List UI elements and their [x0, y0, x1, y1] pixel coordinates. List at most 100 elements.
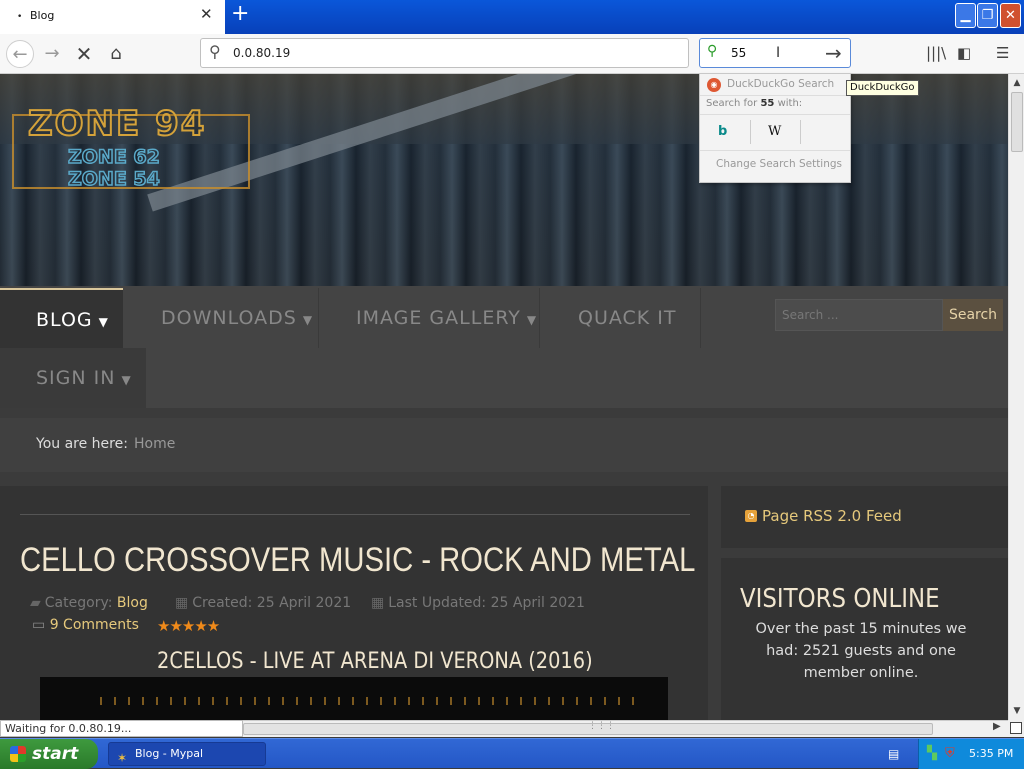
caret-down-icon: ▼ — [302, 313, 314, 327]
site-banner: ZONE 94 ZONE 62 ZONE 54 — [0, 74, 1008, 286]
search-bar[interactable]: ⚲ 55 I → — [699, 38, 851, 68]
divider — [750, 120, 751, 144]
folder-icon: ▰ — [30, 595, 41, 611]
scroll-up-icon[interactable]: ▲ — [1010, 76, 1024, 90]
tooltip: DuckDuckGo — [846, 80, 919, 96]
caret-down-icon: ▼ — [526, 313, 538, 327]
start-label: start — [32, 744, 79, 764]
tab-blog[interactable]: • Blog ✕ — [0, 0, 225, 34]
divider — [700, 95, 850, 96]
calendar-icon: ▦ — [371, 595, 385, 611]
article-updated: ▦ Last Updated: 25 April 2021 — [371, 595, 585, 611]
caret-down-icon: ▼ — [121, 373, 132, 387]
network-icon[interactable]: ▚ — [927, 746, 937, 761]
taskbar: start ✶ Blog - Mypal ▤ ▚ ⛨ 5:35 PM — [0, 738, 1024, 769]
site-logo[interactable]: ZONE 94 — [27, 103, 206, 145]
clock[interactable]: 5:35 PM — [969, 747, 1013, 760]
breadcrumb: You are here: Home — [0, 418, 1008, 472]
menu-item-image-gallery[interactable]: IMAGE GALLERY ▼ — [320, 288, 540, 348]
home-icon[interactable]: ⌂ — [102, 40, 130, 68]
url-text[interactable]: 0.0.80.19 — [233, 46, 290, 60]
site-menu: BLOG ▼ DOWNLOADS ▼ IMAGE GALLERY ▼ QUACK IT… — [0, 286, 1008, 408]
scroll-right-icon[interactable]: ▶ — [993, 721, 1001, 732]
search-go-arrow-icon[interactable]: → — [825, 41, 842, 65]
rss-icon: ◔ — [745, 510, 757, 522]
search-bar-input[interactable]: 55 — [731, 46, 746, 60]
breadcrumb-label: You are here: — [36, 436, 128, 452]
visitors-title: VISITORS ONLINE — [740, 584, 940, 614]
system-tray: ▚ ⛨ 5:35 PM — [918, 739, 1024, 769]
rating-stars[interactable]: ★★★★★ — [157, 617, 220, 635]
sidebar-icon[interactable]: ◧ — [957, 44, 971, 62]
security-shield-icon[interactable]: ⛨ — [945, 746, 955, 761]
taskbar-item-label: Blog - Mypal — [135, 747, 204, 760]
vertical-scrollbar[interactable]: ▲ ▼ — [1008, 74, 1024, 720]
divider — [700, 150, 850, 151]
tab-title: Blog — [30, 9, 55, 22]
divider — [800, 120, 801, 144]
close-window-button[interactable]: ✕ — [1000, 3, 1021, 28]
navigation-toolbar: ← → ✕ ⌂ ⚲ 0.0.80.19 ⚲ 55 I → |||\ ◧ ☰ — [0, 34, 1024, 74]
menu-item-sign-in[interactable]: SIGN IN ▼ — [0, 348, 146, 408]
visitors-module: VISITORS ONLINE Over the past 15 minutes… — [721, 558, 1008, 720]
horizontal-scrollbar[interactable]: ⋮⋮⋮ ▶ — [243, 720, 1008, 737]
maximize-button[interactable]: ❐ — [977, 3, 998, 28]
library-icon[interactable]: |||\ — [926, 44, 946, 62]
forward-arrow-icon[interactable]: → — [38, 40, 66, 68]
tab-favicon-icon: • — [17, 12, 23, 22]
mypal-icon: ✶ — [117, 751, 128, 765]
status-bar: Waiting for 0.0.80.19... — [0, 720, 243, 737]
video-thumbnail — [100, 697, 640, 705]
stop-icon[interactable]: ✕ — [70, 40, 98, 68]
minimize-button[interactable]: ▁ — [955, 3, 976, 28]
windows-logo-icon — [10, 746, 26, 762]
comment-icon: ▭ — [32, 617, 50, 633]
search-dropdown: ◉ DuckDuckGo Search Search for 55 with: … — [699, 73, 851, 183]
add-search-engine-icon[interactable]: ⚲ — [707, 43, 717, 59]
dropdown-engine-label: DuckDuckGo Search — [727, 78, 835, 90]
logo-subtitle: ZONE 62 — [67, 145, 160, 169]
url-bar[interactable]: ⚲ 0.0.80.19 — [200, 38, 689, 68]
breadcrumb-home-link[interactable]: Home — [134, 436, 175, 452]
video-player[interactable] — [40, 677, 668, 720]
scrollbar-thumb[interactable] — [1011, 92, 1023, 152]
new-tab-button[interactable]: + — [231, 3, 249, 25]
calendar-icon: ▦ — [175, 595, 189, 611]
back-arrow-icon[interactable]: ← — [6, 40, 34, 68]
logo-subtitle: ZONE 54 — [67, 167, 160, 191]
rss-module: ◔ Page RSS 2.0 Feed — [721, 486, 1008, 548]
search-for-text: Search for 55 with: — [706, 98, 803, 109]
start-button[interactable]: start — [0, 739, 98, 769]
site-search-input[interactable]: Search ... — [775, 299, 943, 331]
divider — [20, 514, 690, 515]
scrollbar-grip: ⋮⋮⋮ — [588, 721, 615, 731]
wikipedia-icon[interactable]: W — [768, 124, 781, 139]
article-title: CELLO CROSSOVER MUSIC - ROCK AND METAL — [20, 541, 696, 579]
comments-link[interactable]: ▭ 9 Comments — [32, 617, 139, 633]
article-created: ▦ Created: 25 April 2021 — [175, 595, 352, 611]
rss-feed-link[interactable]: Page RSS 2.0 Feed — [762, 507, 902, 525]
taskbar-item-blog[interactable]: ✶ Blog - Mypal — [108, 742, 266, 766]
scroll-down-icon[interactable]: ▼ — [1010, 704, 1024, 718]
text-cursor-icon: I — [776, 45, 781, 61]
page-viewport: ZONE 94 ZONE 62 ZONE 54 BLOG ▼ DOWNLOADS ▼… — [0, 74, 1008, 720]
article-category: ▰ Category: Blog — [30, 595, 148, 611]
hamburger-menu-icon[interactable]: ☰ — [996, 44, 1009, 62]
site-search-button[interactable]: Search — [943, 299, 1003, 331]
article-subtitle: 2CELLOS - LIVE AT ARENA DI VERONA (2016) — [157, 649, 593, 674]
divider — [700, 114, 850, 115]
search-icon: ⚲ — [209, 42, 221, 61]
keyboard-icon[interactable]: ▤ — [888, 747, 899, 761]
resize-box — [1010, 722, 1022, 734]
tab-close-icon[interactable]: ✕ — [200, 7, 213, 22]
article: CELLO CROSSOVER MUSIC - ROCK AND METAL ▰… — [0, 486, 708, 720]
menu-item-downloads[interactable]: DOWNLOADS ▼ — [123, 288, 319, 348]
menu-item-quack-it[interactable]: QUACK IT — [541, 288, 701, 348]
change-search-settings-button[interactable]: Change Search Settings — [716, 158, 842, 170]
category-link[interactable]: Blog — [117, 595, 148, 611]
dropdown-engine-row[interactable]: ◉ DuckDuckGo Search — [707, 77, 845, 95]
bing-icon[interactable]: b — [718, 124, 727, 139]
duckduckgo-icon: ◉ — [707, 78, 721, 92]
caret-down-icon: ▼ — [98, 315, 109, 329]
menu-item-blog[interactable]: BLOG ▼ — [0, 288, 123, 348]
